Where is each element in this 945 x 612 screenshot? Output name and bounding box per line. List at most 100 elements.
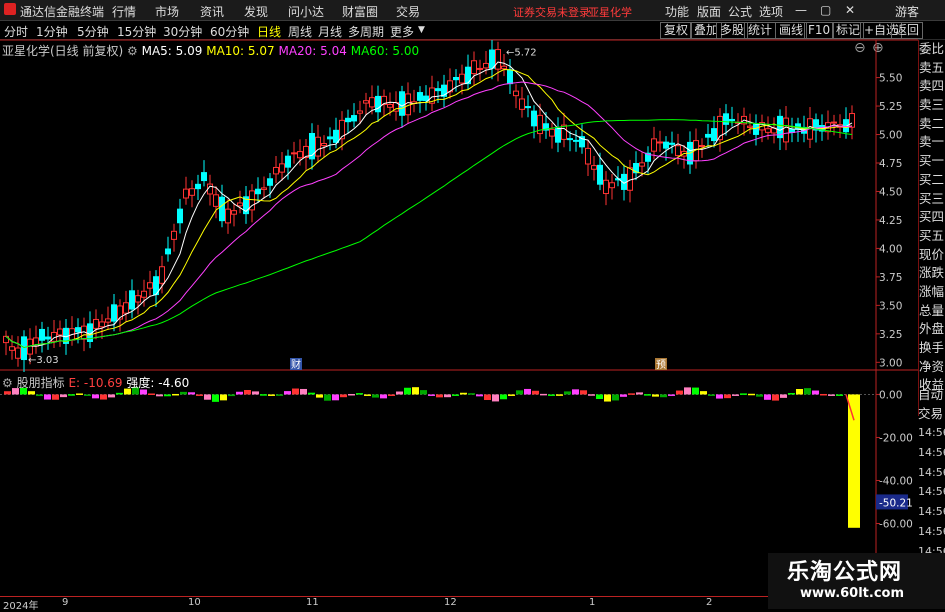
- candle-body-72: [435, 88, 441, 92]
- x-tick-2: 2: [706, 597, 713, 608]
- candle-body-141: [849, 113, 855, 128]
- candle-body-29: [177, 208, 183, 224]
- candle-body-1: [9, 346, 15, 351]
- ind-bar-102: [820, 393, 827, 396]
- ind-bar-92: [740, 393, 747, 395]
- candle-body-138: [831, 121, 837, 124]
- ind-bar-70: [564, 391, 571, 395]
- price-tick-10: 3.00: [879, 357, 902, 369]
- candle-body-31: [189, 188, 195, 196]
- ind-bar-75: [604, 394, 611, 402]
- ind-bar-56: [452, 394, 459, 396]
- candle-body-106: [639, 162, 645, 167]
- candle-body-110: [663, 141, 669, 149]
- ind-bar-101: [812, 390, 819, 395]
- ind-bar-80: [644, 394, 651, 396]
- ind-bar-0: [4, 391, 11, 395]
- ind-bar-38: [308, 392, 315, 395]
- candle-body-98: [591, 165, 597, 170]
- side-label-3: 卖三: [919, 97, 945, 113]
- yu-marker-label: 预: [656, 359, 666, 371]
- candle-body-67: [405, 93, 411, 116]
- candle-body-93: [561, 124, 567, 140]
- indicator-gear-icon[interactable]: ⚙: [2, 376, 13, 390]
- ind-bar-25: [204, 394, 211, 400]
- x-tick-2024: 2024年: [3, 601, 39, 612]
- ind-bar-41: [332, 394, 339, 401]
- ind-bar-31: [252, 391, 259, 395]
- candle-body-52: [315, 136, 321, 157]
- ind-bar-40: [324, 394, 331, 401]
- ind-bar-22: [180, 391, 187, 395]
- side-label-7: 买二: [919, 171, 945, 187]
- candle-body-130: [783, 117, 789, 143]
- ind-bar-10: [84, 394, 91, 396]
- candle-body-125: [753, 123, 759, 135]
- x-tick-11: 11: [306, 597, 319, 608]
- side-label-17: 净资: [919, 358, 945, 374]
- ind-bar-71: [572, 389, 579, 395]
- side-label-5: 卖一: [919, 134, 945, 150]
- price-tick-2: 5.00: [879, 130, 902, 142]
- ind-bar-81: [652, 394, 659, 397]
- candle-body-116: [699, 145, 705, 148]
- candle-body-76: [459, 73, 465, 84]
- side-label-16: 换手: [919, 340, 945, 355]
- ind-bar-88: [708, 394, 715, 396]
- candle-body-91: [549, 128, 555, 137]
- ind-bar-23: [188, 392, 195, 395]
- ind-bar-100: [804, 388, 811, 395]
- ind-bar-52: [420, 390, 427, 395]
- ind-bar-73: [588, 394, 595, 396]
- watermark-title: 乐淘公式网: [787, 560, 903, 585]
- candle-body-104: [627, 167, 633, 191]
- ind-tick-0: 0.00: [879, 389, 902, 401]
- candle-body-109: [657, 141, 663, 144]
- candle-body-42: [255, 188, 261, 195]
- candle-body-17: [105, 318, 111, 323]
- ind-bar-24: [196, 394, 203, 396]
- ind-bar-12: [100, 394, 107, 400]
- ind-bar-84: [676, 390, 683, 395]
- ind-bar-79: [636, 392, 643, 395]
- ind-bar-59: [476, 394, 483, 397]
- time-row-2: 14:56: [918, 465, 945, 479]
- price-tick-8: 3.50: [879, 300, 902, 312]
- candle-body-20: [123, 302, 129, 314]
- candle-body-2: [15, 347, 21, 359]
- candle-body-83: [501, 65, 507, 70]
- ind-bar-33: [268, 394, 275, 396]
- kline-chart[interactable]: 5.50 5.25 5.00 4.75 4.50 4.25 4.00 3.75 3.50 3.25…: [0, 0, 918, 596]
- ind-bar-7: [60, 394, 67, 398]
- side-lower-panel: 自动 交易: [918, 386, 945, 423]
- time-row-4: 14:56: [918, 505, 945, 519]
- ind-bar-68: [548, 394, 555, 396]
- price-tick-5: 4.25: [879, 215, 902, 227]
- ind-bar-3: [28, 391, 35, 395]
- ind-bar-11: [92, 394, 99, 399]
- candle-body-60: [363, 100, 369, 104]
- candle-body-64: [387, 103, 393, 108]
- ind-bar-42: [340, 394, 347, 398]
- candle-body-46: [279, 163, 285, 173]
- ma60-line: [5, 119, 853, 349]
- candle-body-32: [195, 183, 201, 190]
- ind-bar-99: [796, 389, 803, 395]
- ind-bar-63: [508, 394, 515, 396]
- side-label-11: 现价: [919, 246, 945, 262]
- side-label-15: 外盘: [919, 321, 945, 337]
- ind-bar-27: [220, 394, 227, 401]
- x-tick-10: 10: [188, 597, 201, 608]
- ind-bar-62: [500, 394, 507, 400]
- ind-bar-47: [380, 394, 387, 399]
- side-label-8: 买三: [919, 190, 945, 206]
- candle-body-16: [99, 321, 105, 328]
- ind-bar-5: [44, 394, 51, 400]
- candle-body-43: [261, 187, 267, 190]
- side-lower-1[interactable]: 交易: [918, 405, 945, 424]
- side-lower-0[interactable]: 自动: [918, 386, 945, 405]
- candle-body-94: [567, 138, 573, 141]
- candle-body-35: [213, 194, 219, 207]
- ind-bar-9: [76, 393, 83, 395]
- ind-bar-6: [52, 394, 59, 400]
